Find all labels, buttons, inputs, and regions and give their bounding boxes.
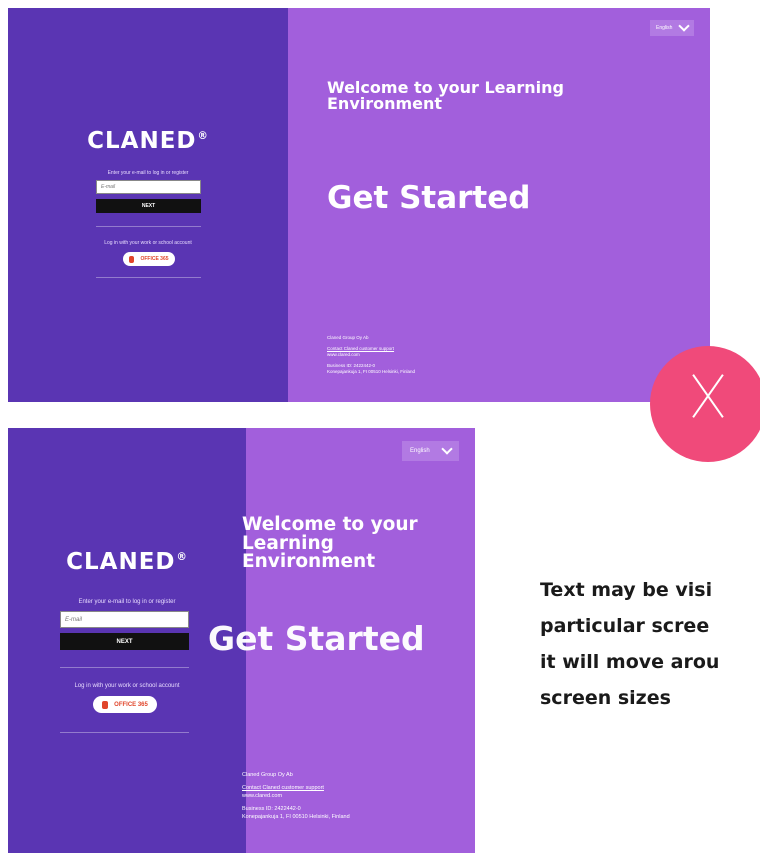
company-footer: Claned Group Oy Ab Contact Claned custom… — [242, 772, 350, 821]
hero-panel: English Welcome to your Learning Environ… — [288, 8, 710, 402]
language-label: English — [656, 25, 673, 31]
email-prompt: Enter your e-mail to log in or register — [107, 170, 189, 176]
company-address: Konepajankuja 1, FI 00510 Helsinki, Finl… — [242, 813, 350, 820]
get-started-heading: Get Started — [327, 180, 531, 216]
company-address: Konepajankuja 1, FI 00510 Helsinki, Finl… — [327, 369, 416, 375]
annotation-caption: Text may be visi particular scree it wil… — [540, 572, 760, 716]
caption-line: particular scree — [540, 615, 710, 637]
language-select[interactable]: English — [650, 20, 694, 36]
office-icon — [129, 255, 135, 263]
next-button[interactable]: NEXT — [96, 199, 201, 213]
get-started-heading: Get Started — [208, 619, 425, 658]
screenshot-narrow: CLANED® Enter your e-mail to log in or r… — [8, 428, 475, 853]
divider — [96, 226, 201, 227]
welcome-heading: Welcome to your Learning Environment — [242, 514, 418, 572]
claned-logo: CLANED® — [66, 549, 188, 575]
office365-button[interactable]: OFFICE 365 — [123, 252, 175, 266]
caption-line: it will move arou — [540, 651, 720, 673]
caption-line: screen sizes — [540, 687, 671, 709]
screenshot-wide: CLANED® Enter your e-mail to log in or r… — [8, 8, 710, 402]
email-input[interactable]: E-mail — [96, 180, 201, 194]
chevron-down-icon — [678, 20, 690, 32]
website-text: www.clared.com — [242, 792, 283, 799]
login-panel: CLANED® Enter your e-mail to log in or r… — [8, 8, 288, 402]
office365-label: OFFICE 365 — [140, 256, 169, 262]
office365-label: OFFICE 365 — [114, 701, 148, 708]
office365-button[interactable]: OFFICE 365 — [93, 696, 157, 713]
language-label: English — [410, 448, 430, 454]
divider — [96, 277, 201, 278]
claned-logo: CLANED® — [87, 128, 209, 154]
company-name: Claned Group Oy Ab — [242, 772, 293, 778]
next-button[interactable]: NEXT — [60, 633, 189, 650]
alt-login-prompt: Log in with your work or school account — [74, 683, 180, 689]
email-prompt: Enter your e-mail to log in or register — [78, 599, 176, 605]
language-select[interactable]: English — [402, 441, 459, 461]
email-input[interactable]: E-mail — [60, 611, 189, 628]
caption-line: Text may be visi — [540, 579, 713, 601]
welcome-heading: Welcome to your Learning Environment — [327, 78, 564, 113]
alt-login-prompt: Log in with your work or school account — [104, 240, 192, 246]
support-link[interactable]: Contact Claned customer support — [242, 785, 350, 792]
reject-x-icon — [650, 346, 760, 462]
divider — [60, 732, 189, 733]
company-footer: Claned Group Oy Ab Contact Claned custom… — [327, 335, 415, 375]
divider — [60, 667, 189, 668]
office-icon — [102, 700, 109, 709]
chevron-down-icon — [441, 443, 453, 455]
business-id: Business ID: 2422442-0 — [242, 806, 301, 813]
